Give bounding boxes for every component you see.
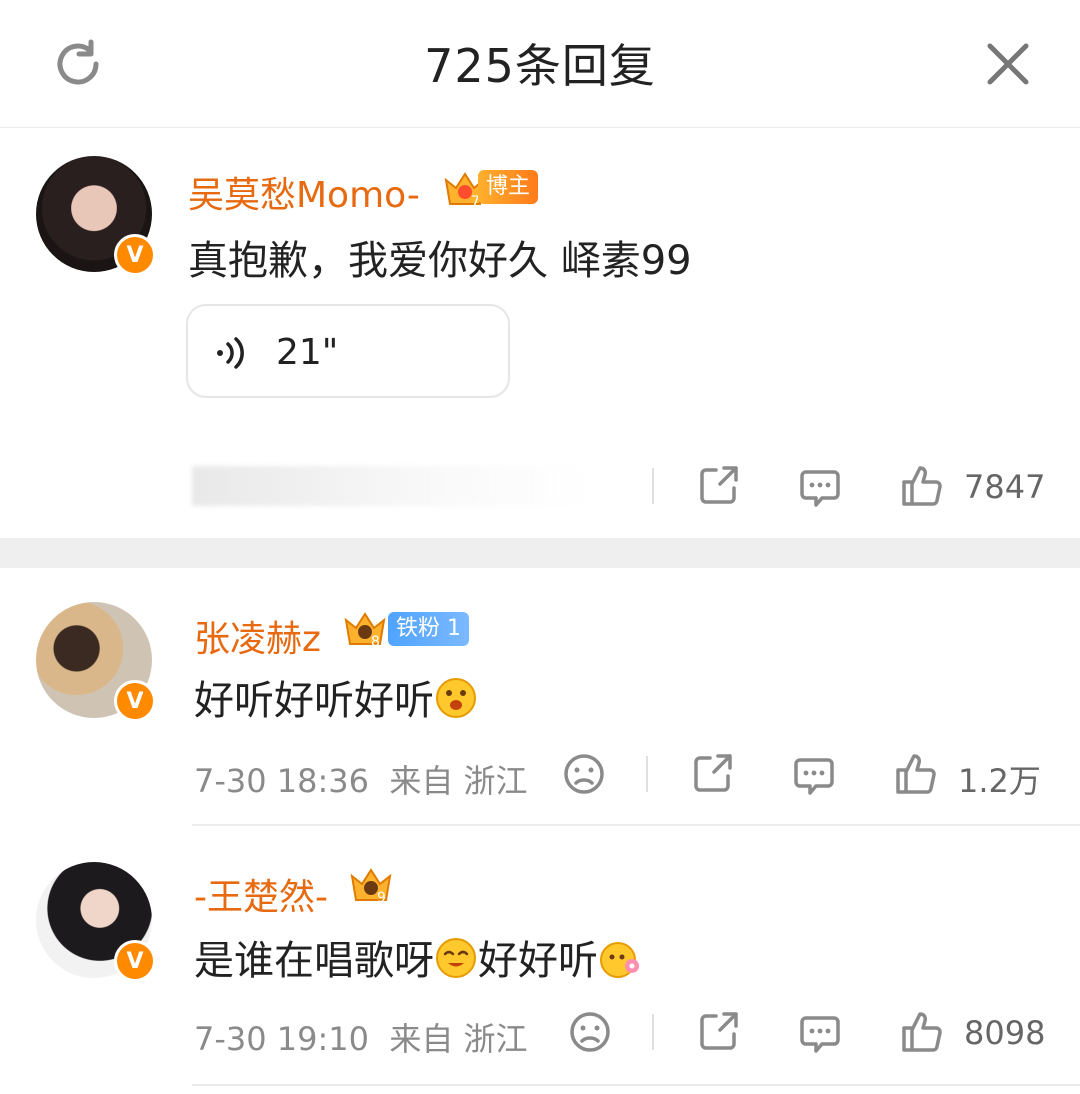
comment-icon[interactable] [792, 754, 836, 798]
comment-text: 好听好听好听 [194, 668, 478, 726]
comment-icon[interactable] [798, 466, 842, 510]
dislike-face-icon[interactable] [562, 752, 606, 796]
timestamp: 7-30 19:10 来自 浙江 [194, 1020, 528, 1058]
blurred-meta [192, 466, 592, 506]
emoji-icon [436, 678, 476, 718]
voice-duration: 21" [276, 332, 339, 373]
verified-badge-icon: V [114, 234, 156, 276]
section-gap [0, 538, 1080, 568]
voice-message[interactable]: 21" [186, 304, 510, 398]
close-icon[interactable] [984, 40, 1032, 88]
emoji-icon [600, 942, 639, 978]
fan-tag: 铁粉 1 [388, 612, 469, 646]
divider [652, 468, 654, 504]
like-icon[interactable] [894, 752, 938, 796]
crown-badge-icon: 9 [350, 868, 392, 906]
svg-text:9: 9 [377, 890, 386, 906]
like-count: 1.2万 [958, 762, 1041, 800]
avatar[interactable]: V [36, 156, 156, 276]
username[interactable]: 吴莫愁Momo- [188, 166, 420, 218]
verified-badge-icon: V [114, 940, 156, 982]
emoji-icon [436, 938, 476, 978]
avatar[interactable]: V [36, 862, 156, 982]
divider [646, 756, 648, 792]
svg-text:8: 8 [371, 634, 380, 650]
share-icon[interactable] [696, 464, 740, 508]
voice-wave-icon [217, 337, 244, 369]
comment-text: 真抱歉，我爱你好久 峄素99 [188, 238, 692, 284]
like-icon[interactable] [900, 1010, 944, 1054]
verified-badge-icon: V [114, 680, 156, 722]
like-count: 8098 [964, 1014, 1046, 1052]
page-title: 725条回复 [424, 39, 656, 93]
comment-text: 是谁在唱歌呀 好好听 [194, 928, 642, 986]
username[interactable]: -王楚然- [194, 868, 328, 920]
like-count: 7847 [964, 468, 1046, 506]
author-tag: 博主 [478, 170, 539, 204]
row-divider [192, 824, 1080, 826]
crown-badge-icon: 8 [344, 612, 386, 650]
share-icon[interactable] [696, 1010, 740, 1054]
username[interactable]: 张凌赫z [194, 610, 321, 662]
header-bar: 725条回复 [0, 0, 1080, 128]
like-icon[interactable] [900, 464, 944, 508]
avatar[interactable]: V [36, 602, 156, 722]
row-divider [192, 1084, 1080, 1086]
divider [652, 1014, 654, 1050]
share-icon[interactable] [690, 752, 734, 796]
dislike-face-icon[interactable] [568, 1010, 612, 1054]
timestamp: 7-30 18:36 来自 浙江 [194, 762, 528, 800]
comment-icon[interactable] [798, 1012, 842, 1056]
